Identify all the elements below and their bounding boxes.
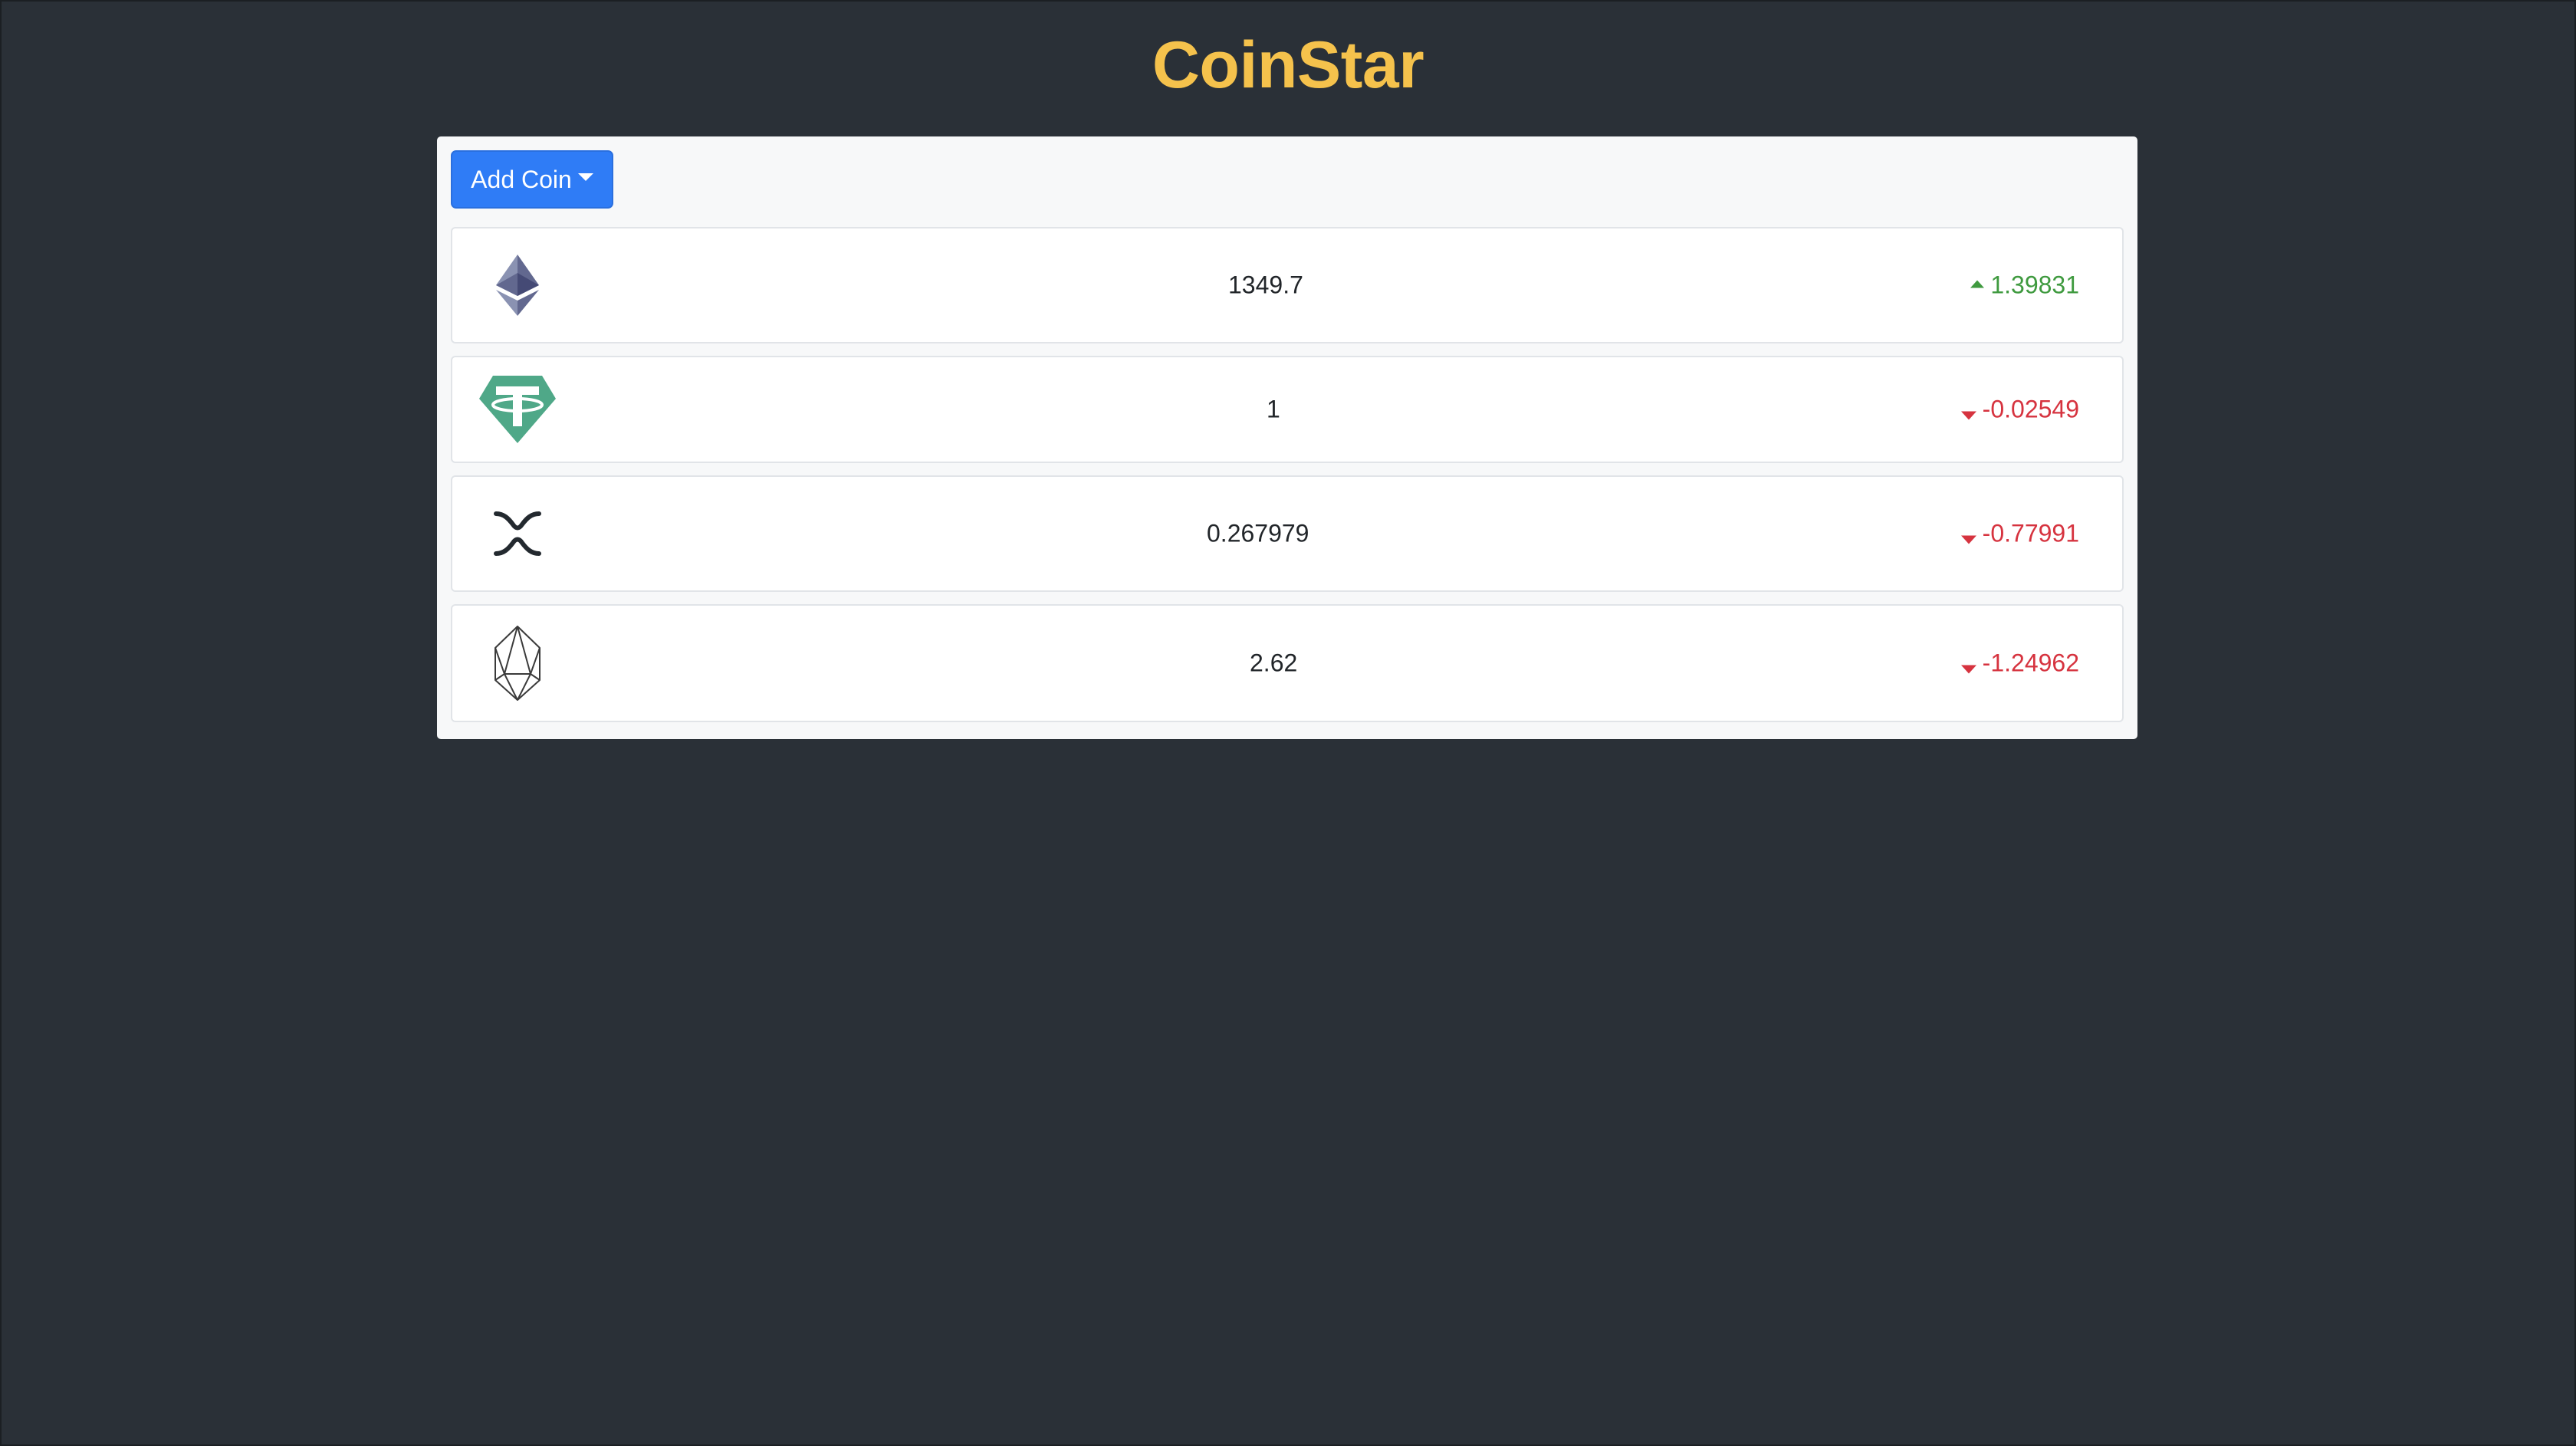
coin-change: -0.02549 <box>1960 395 2079 424</box>
coin-price: 1 <box>1267 395 1280 423</box>
coin-change-value: 1.39831 <box>1990 271 2079 299</box>
coin-price: 0.267979 <box>1207 519 1309 547</box>
arrow-down-icon <box>1960 665 1976 674</box>
chevron-down-icon <box>577 173 593 181</box>
coin-row-tether[interactable]: 1 -0.02549 <box>451 356 2124 463</box>
arrow-down-icon <box>1960 535 1976 544</box>
ethereum-icon <box>475 243 560 327</box>
arrow-down-icon <box>1960 411 1976 420</box>
add-coin-button[interactable]: Add Coin <box>451 150 613 209</box>
coin-change: 1.39831 <box>1970 271 2079 300</box>
coin-change-value: -0.77991 <box>1982 519 2079 547</box>
coin-change: -0.77991 <box>1960 519 2079 548</box>
coin-price: 2.62 <box>1250 649 1298 677</box>
add-coin-label: Add Coin <box>471 165 572 193</box>
xrp-icon <box>475 491 560 576</box>
coin-price: 1349.7 <box>1228 271 1303 299</box>
coin-change: -1.24962 <box>1960 649 2079 678</box>
coin-row-xrp[interactable]: 0.267979 -0.77991 <box>451 475 2124 592</box>
eos-icon <box>475 621 560 705</box>
tether-icon <box>475 367 560 452</box>
coin-row-ethereum[interactable]: 1349.7 1.39831 <box>451 227 2124 343</box>
app-title: CoinStar <box>1152 28 1424 102</box>
coin-row-eos[interactable]: 2.62 -1.24962 <box>451 604 2124 722</box>
arrow-up-icon <box>1970 280 1985 288</box>
coin-change-value: -0.02549 <box>1982 395 2079 423</box>
coin-list-card: Add Coin 1349.7 1.39831 1 -0.02549 0.267… <box>437 136 2137 739</box>
coin-change-value: -1.24962 <box>1982 649 2079 677</box>
